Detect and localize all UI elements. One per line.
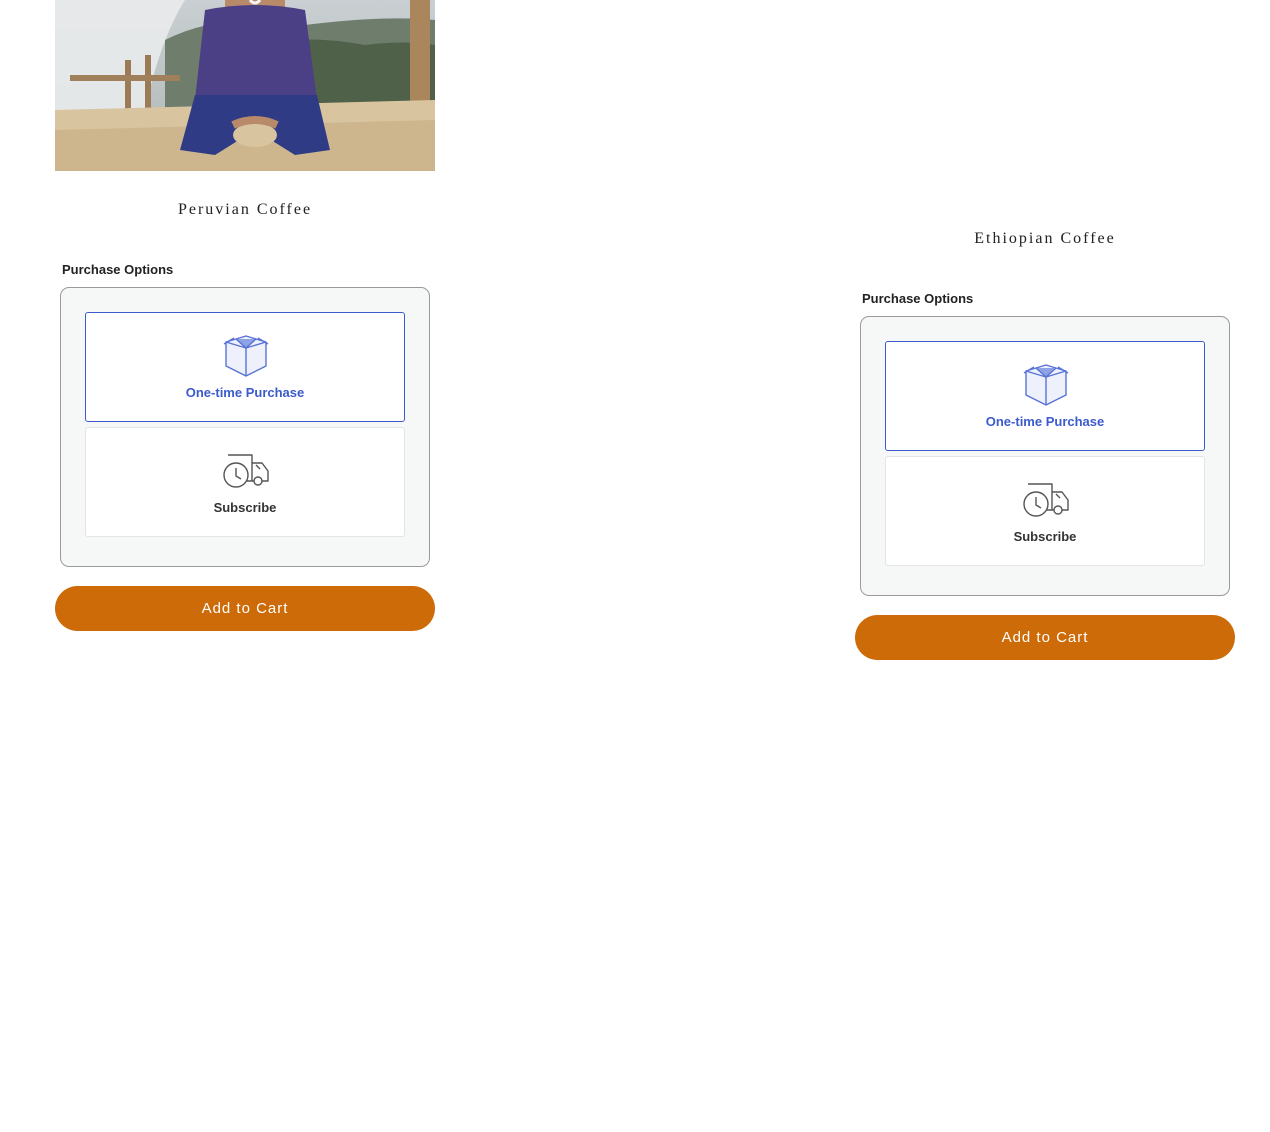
one-time-purchase-option[interactable]: One-time Purchase: [85, 312, 405, 422]
purchase-options-label: Purchase Options: [62, 262, 174, 277]
add-to-cart-button[interactable]: Add to Cart: [55, 586, 435, 631]
subscribe-option[interactable]: Subscribe: [885, 456, 1205, 566]
subscribe-option[interactable]: Subscribe: [85, 427, 405, 537]
purchase-options-panel: One-time Purchase Subscribe: [860, 316, 1230, 596]
one-time-purchase-option[interactable]: One-time Purchase: [885, 341, 1205, 451]
delivery-truck-clock-icon: [1022, 476, 1070, 522]
open-box-icon: [222, 332, 270, 378]
add-to-cart-button[interactable]: Add to Cart: [855, 615, 1235, 660]
delivery-truck-clock-icon: [222, 447, 270, 493]
one-time-purchase-label: One-time Purchase: [985, 414, 1105, 429]
product-image[interactable]: [55, 0, 435, 171]
subscribe-label: Subscribe: [1013, 529, 1077, 544]
product-title: Peruvian Coffee: [177, 201, 313, 218]
subscribe-label: Subscribe: [213, 500, 277, 515]
open-box-icon: [1022, 361, 1070, 407]
farmer-photo: [55, 0, 435, 171]
product-title: Ethiopian Coffee: [974, 230, 1116, 247]
one-time-purchase-label: One-time Purchase: [185, 385, 305, 400]
purchase-options-label: Purchase Options: [862, 291, 974, 306]
purchase-options-panel: One-time Purchase Subscribe: [60, 287, 430, 567]
